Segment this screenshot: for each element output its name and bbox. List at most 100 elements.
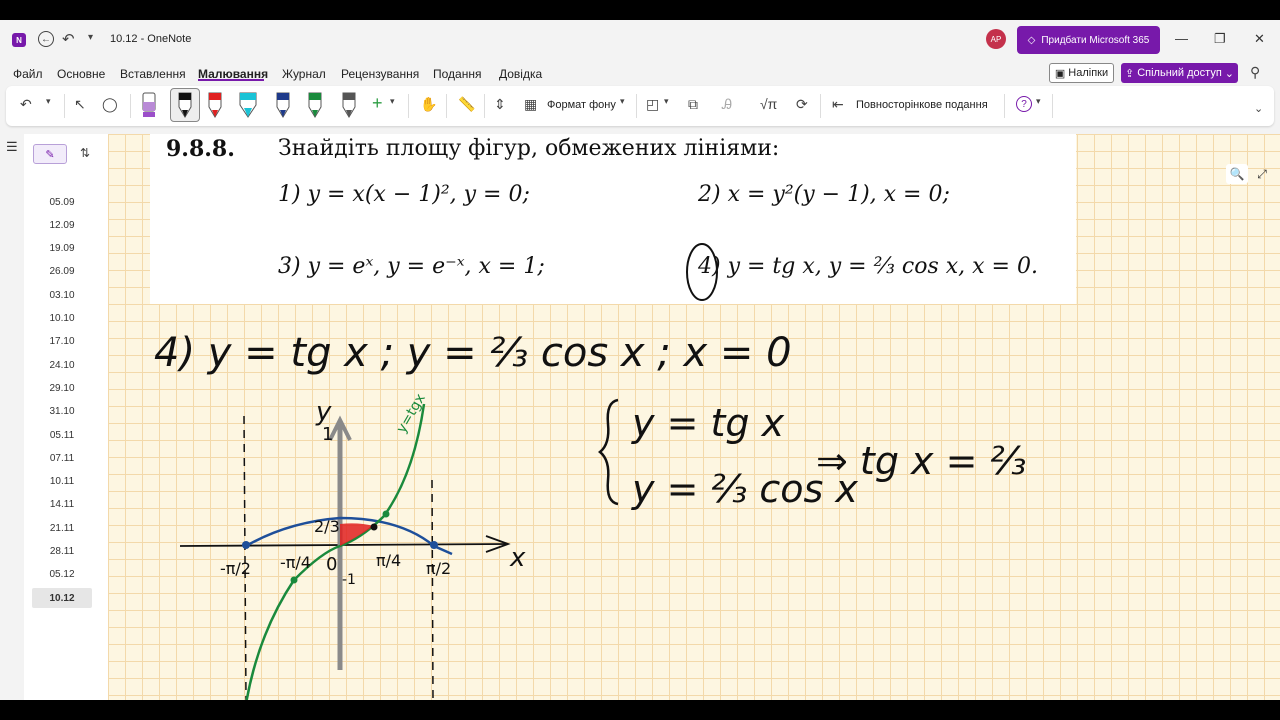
sticky-notes-button[interactable]: ▣ Наліпки [1049, 63, 1114, 83]
system-brace [598, 398, 619, 506]
label-one: 1 [322, 424, 333, 445]
graph: x y y=tgx 2/3 1 -1 0 -π/2 -π/4 π/4 π/2 [179, 391, 526, 700]
full-page-view-label[interactable]: Повносторінкове подання [856, 99, 988, 111]
ribbon-collapse-icon[interactable]: ⌄ [1254, 102, 1263, 115]
ink-to-text-icon[interactable]: Ꭿ [722, 96, 732, 113]
ink-replay-icon[interactable]: ⟳ [796, 96, 808, 113]
background-format-label[interactable]: Формат фону [547, 99, 616, 111]
help-dropdown-icon[interactable]: ▾ [1036, 96, 1041, 107]
left-nav-strip [0, 134, 24, 700]
page-item[interactable]: 10.12 [32, 588, 92, 609]
page-item[interactable]: 05.12 [32, 565, 92, 585]
add-pen-icon[interactable]: + [372, 93, 383, 114]
separator [820, 94, 821, 118]
page-item[interactable]: 29.10 [32, 378, 92, 398]
help-icon[interactable]: ? [1016, 96, 1032, 112]
page-item[interactable]: 05.09 [32, 192, 92, 212]
page-format-icon[interactable]: ▦ [524, 96, 537, 113]
page-item[interactable]: 28.11 [32, 542, 92, 562]
system-line-1: y = tg x [631, 401, 785, 445]
add-page-button[interactable]: ✎ [33, 144, 67, 164]
select-pointer-icon[interactable]: ↖ [74, 96, 86, 113]
page-item[interactable]: 07.11 [32, 448, 92, 468]
tab-insert[interactable]: Вставлення [120, 67, 186, 81]
separator [130, 94, 131, 118]
handwritten-ink[interactable]: 4) y = tg x ; y = ⅔ cos x ; x = 0 y = tg… [108, 134, 1280, 700]
pen-green-icon[interactable] [306, 90, 324, 120]
minimize-icon[interactable]: — [1175, 31, 1188, 46]
label-pi-half: π/2 [426, 559, 451, 578]
feedback-icon[interactable]: ⚲ [1250, 64, 1260, 81]
tab-view[interactable]: Подання [433, 67, 481, 81]
onenote-logo-icon: N [12, 33, 26, 47]
pen-red-icon[interactable] [206, 90, 224, 120]
avatar[interactable]: AP [986, 29, 1006, 49]
pencil-gray-icon[interactable] [340, 90, 358, 120]
page-item[interactable]: 26.09 [32, 262, 92, 282]
page-item[interactable]: 10.10 [32, 309, 92, 329]
undo-dropdown-icon[interactable]: ▾ [46, 96, 51, 107]
ink-to-shape-icon[interactable]: ⧉ [688, 96, 698, 113]
add-pen-dropdown-icon[interactable]: ▾ [390, 96, 395, 107]
asymptote-right [431, 479, 434, 700]
separator [64, 94, 65, 118]
highlighter-purple-icon[interactable] [140, 90, 158, 120]
page-item[interactable]: 14.11 [32, 495, 92, 515]
tab-help[interactable]: Довідка [499, 67, 542, 81]
full-page-view-icon[interactable]: ⇤ [832, 96, 844, 113]
sort-pages-icon[interactable]: ⇅ [80, 146, 90, 160]
page-item[interactable]: 21.11 [32, 518, 92, 538]
tab-history[interactable]: Журнал [282, 67, 326, 81]
shapes-dropdown-icon[interactable]: ▾ [664, 96, 669, 107]
expand-icon[interactable]: ⤢ [1252, 164, 1272, 184]
page-item[interactable]: 31.10 [32, 402, 92, 422]
label-neg-pi-quarter: -π/4 [280, 553, 311, 572]
page-item[interactable]: 10.11 [32, 472, 92, 492]
separator [1004, 94, 1005, 118]
separator [484, 94, 485, 118]
label-minus-one: -1 [342, 572, 356, 588]
lasso-icon[interactable]: ◯ [102, 96, 118, 113]
result-line: ⇒ tg x = ⅔ [816, 439, 1026, 483]
page-item[interactable]: 24.10 [32, 355, 92, 375]
shapes-icon[interactable]: ◰ [646, 96, 659, 113]
note-canvas[interactable]: 9.8.8. Знайдіть площу фігур, обмежених л… [108, 134, 1280, 700]
ink-to-math-icon[interactable]: √π [760, 96, 777, 112]
cos-point-left [242, 541, 250, 549]
restore-icon[interactable]: ❐ [1214, 31, 1226, 47]
background-format-dropdown-icon[interactable]: ▾ [620, 96, 625, 107]
tab-file[interactable]: Файл [13, 67, 43, 81]
undo-icon[interactable]: ↶ [20, 96, 32, 113]
tab-home[interactable]: Основне [57, 67, 105, 81]
pen-navy-icon[interactable] [274, 90, 292, 120]
close-icon[interactable]: ✕ [1254, 31, 1265, 47]
pen-black-icon[interactable] [176, 90, 194, 120]
diamond-icon: ◇ [1027, 34, 1036, 46]
buy-m365-button[interactable]: ◇ Придбати Microsoft 365 [1017, 26, 1160, 54]
x-axis-label: x [509, 543, 526, 573]
quick-access-dropdown-icon[interactable]: ▾ [88, 32, 93, 43]
handwriting-line-1: 4) y = tg x ; y = ⅔ cos x ; x = 0 [154, 330, 792, 376]
hamburger-menu-icon[interactable]: ☰ [6, 139, 18, 155]
hand-pan-icon[interactable]: ✋ [420, 96, 437, 113]
y-axis-label: y [315, 397, 332, 427]
circle-around-item-4 [686, 243, 718, 301]
cos-point-right [430, 541, 438, 549]
page-item[interactable]: 17.10 [32, 332, 92, 352]
page-item[interactable]: 19.09 [32, 239, 92, 259]
back-icon[interactable]: ← [38, 31, 54, 47]
page-item[interactable]: 03.10 [32, 285, 92, 305]
tab-review[interactable]: Рецензування [341, 67, 419, 81]
share-button[interactable]: ⇪ Спільний доступ ⌄ [1121, 63, 1238, 83]
share-label: Спільний доступ [1137, 67, 1222, 79]
insert-space-icon[interactable]: ⇕ [494, 96, 506, 113]
separator [446, 94, 447, 118]
shaded-area [340, 523, 374, 546]
intersection-point [370, 523, 378, 531]
page-item[interactable]: 12.09 [32, 215, 92, 235]
undo-icon[interactable]: ↶ [62, 30, 75, 48]
ruler-icon[interactable]: 📏 [458, 96, 475, 113]
highlighter-cyan-icon[interactable] [239, 90, 257, 120]
search-icon[interactable]: 🔍 [1226, 164, 1248, 184]
page-item[interactable]: 05.11 [32, 425, 92, 445]
